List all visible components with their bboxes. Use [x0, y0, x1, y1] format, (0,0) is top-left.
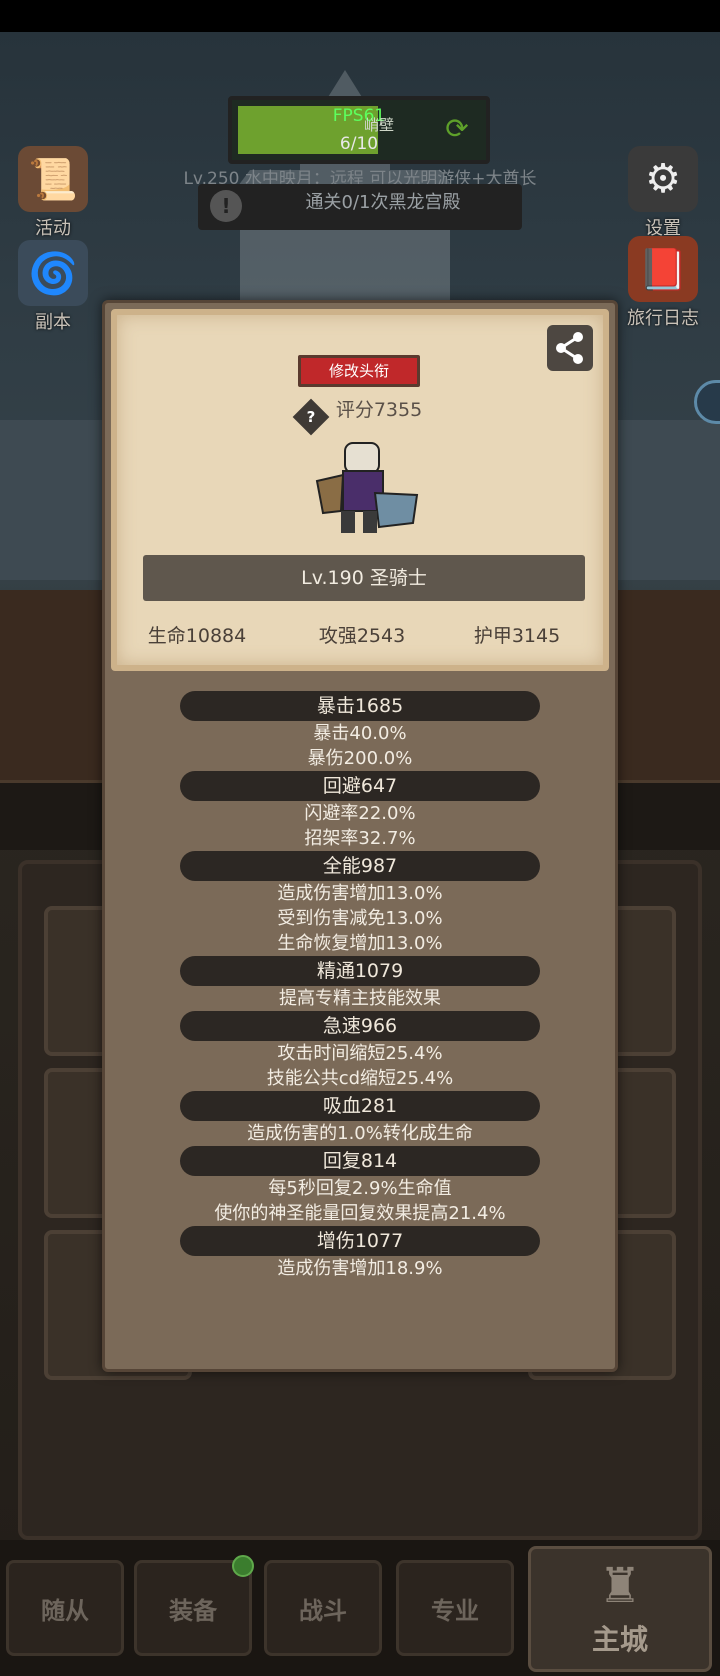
stat-line: 暴伤200.0%: [307, 748, 413, 769]
stat-header: 全能987: [180, 851, 540, 881]
status-bar: [0, 0, 720, 32]
stat-group-crit: 暴击1685 暴击40.0% 暴伤200.0%: [105, 691, 615, 771]
tab-profession[interactable]: 专业: [396, 1560, 514, 1656]
attack-stat: 攻强2543: [318, 625, 406, 647]
stat-line: 攻击时间缩短25.4%: [277, 1043, 443, 1064]
question-icon[interactable]: ?: [292, 398, 330, 436]
clear-objective[interactable]: ! 通关0/1次黑龙宫殿: [198, 184, 522, 230]
stat-group-haste: 急速966 攻击时间缩短25.4% 技能公共cd缩短25.4%: [105, 1011, 615, 1091]
refresh-icon[interactable]: ⟳: [440, 112, 474, 146]
level-class-bar: Lv.190 圣骑士: [143, 555, 585, 601]
character-card: 修改头衔 ? 评分7355 Lv.190 圣骑士 生命10884 攻强2543 护…: [111, 309, 609, 671]
castle-icon: ♜: [598, 1558, 642, 1614]
hp-stat: 生命10884: [147, 625, 247, 647]
stat-header: 暴击1685: [180, 691, 540, 721]
tab-main-city[interactable]: ♜ 主城: [528, 1546, 712, 1672]
tab-equipment-label: 装备: [169, 1596, 217, 1625]
clear-objective-text: 通关0/1次黑龙宫殿: [305, 192, 461, 213]
floating-round-button[interactable]: [694, 380, 720, 424]
stat-header: 回避647: [180, 771, 540, 801]
stat-line: 招架率32.7%: [304, 828, 416, 849]
stat-line: 造成伤害增加13.0%: [277, 883, 443, 904]
tab-followers[interactable]: 随从: [6, 1560, 124, 1656]
stat-group-regen: 回复814 每5秒回复2.9%生命值 使你的神圣能量回复效果提高21.4%: [105, 1146, 615, 1226]
hero-portrait: [315, 442, 419, 533]
stat-line: 提高专精主技能效果: [279, 988, 441, 1009]
secondary-stats-list: 暴击1685 暴击40.0% 暴伤200.0% 回避647 闪避率22.0% 招…: [105, 691, 615, 1281]
dungeon-button[interactable]: 🌀 副本: [8, 240, 98, 334]
stat-line: 造成伤害增加18.9%: [277, 1258, 443, 1279]
tab-battle-label: 战斗: [299, 1596, 347, 1625]
stat-header: 回复814: [180, 1146, 540, 1176]
share-icon: [556, 332, 583, 364]
stat-line: 每5秒回复2.9%生命值: [268, 1178, 452, 1199]
score-row: ? 评分7355: [117, 395, 603, 436]
gear-icon: ⚙: [628, 146, 698, 212]
portal-icon: 🌀: [18, 240, 88, 306]
stat-group-damage-bonus: 增伤1077 造成伤害增加18.9%: [105, 1226, 615, 1281]
dungeon-label: 副本: [35, 312, 71, 333]
book-icon: 📕: [628, 236, 698, 302]
score-value: 评分7355: [335, 399, 423, 421]
stat-group-mastery: 精通1079 提高专精主技能效果: [105, 956, 615, 1011]
character-info-panel: 修改头衔 ? 评分7355 Lv.190 圣骑士 生命10884 攻强2543 护…: [102, 300, 618, 1372]
tab-equipment[interactable]: 装备: [134, 1560, 252, 1656]
notification-badge: [232, 1555, 254, 1577]
stat-line: 造成伤害的1.0%转化成生命: [247, 1123, 473, 1144]
edit-title-button[interactable]: 修改头衔: [298, 355, 420, 387]
activity-button[interactable]: 📜 活动: [8, 146, 98, 240]
stat-line: 技能公共cd缩短25.4%: [266, 1068, 454, 1089]
tab-profession-label: 专业: [431, 1596, 479, 1625]
activity-label: 活动: [35, 218, 71, 239]
travel-log-label: 旅行日志: [627, 308, 699, 329]
stat-header: 精通1079: [180, 956, 540, 986]
stat-group-leech: 吸血281 造成伤害的1.0%转化成生命: [105, 1091, 615, 1146]
stat-header: 吸血281: [180, 1091, 540, 1121]
stat-group-versatility: 全能987 造成伤害增加13.0% 受到伤害减免13.0% 生命恢复增加13.0…: [105, 851, 615, 956]
stat-group-avoidance: 回避647 闪避率22.0% 招架率32.7%: [105, 771, 615, 851]
quest-progress[interactable]: FPS61 峭壁 6/10 ⟳: [228, 96, 490, 164]
tab-followers-label: 随从: [41, 1596, 89, 1625]
travel-log-button[interactable]: 📕 旅行日志: [618, 236, 708, 330]
stat-line: 受到伤害减免13.0%: [277, 908, 443, 929]
share-button[interactable]: [547, 325, 593, 371]
alert-icon: !: [210, 190, 242, 222]
stat-line: 暴击40.0%: [313, 723, 407, 744]
bottom-nav: 随从 装备 战斗 专业 ♜ 主城: [0, 1540, 720, 1676]
stat-line: 生命恢复增加13.0%: [277, 933, 443, 954]
stat-line: 使你的神圣能量回复效果提高21.4%: [214, 1203, 506, 1224]
stat-header: 增伤1077: [180, 1226, 540, 1256]
armor-stat: 护甲3145: [473, 625, 561, 647]
tab-main-city-label: 主城: [591, 1623, 648, 1656]
tab-battle[interactable]: 战斗: [264, 1560, 382, 1656]
scroll-icon: 📜: [18, 146, 88, 212]
stat-line: 闪避率22.0%: [304, 803, 416, 824]
stat-header: 急速966: [180, 1011, 540, 1041]
settings-button[interactable]: ⚙ 设置: [618, 146, 708, 240]
